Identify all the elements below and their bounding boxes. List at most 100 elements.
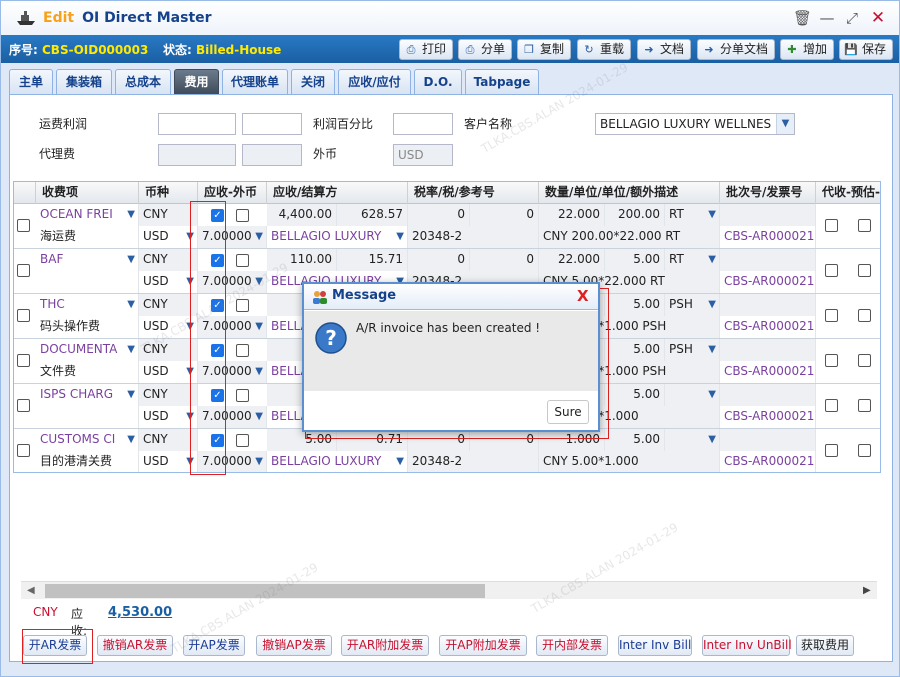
freight-profit-input-2[interactable] <box>242 113 302 135</box>
scroll-right-icon[interactable]: ▶ <box>863 585 871 596</box>
trash-icon[interactable]: 🗑 <box>793 9 812 27</box>
unit-select[interactable]: RT ▼ <box>665 204 720 226</box>
unit-select[interactable]: PSH ▼ <box>665 339 720 361</box>
split-document-button[interactable]: ➜ 分单文档 <box>697 39 775 60</box>
header-invoice[interactable]: 批次号/发票号 <box>720 182 816 204</box>
chevron-down-icon[interactable]: ▼ <box>396 451 404 472</box>
maximize-icon[interactable]: ⤢ <box>843 9 861 27</box>
copy-button[interactable]: ❐ 复制 <box>517 39 571 60</box>
settle-party-select[interactable]: BELLAGIO LUXURY▼ <box>267 451 408 472</box>
tab-close[interactable]: 关闭 <box>291 69 335 95</box>
foreign-checkbox[interactable] <box>236 254 249 267</box>
invoice-number[interactable]: CBS-AR000021 <box>720 451 816 472</box>
foreign-checkbox[interactable] <box>236 434 249 447</box>
chevron-down-icon[interactable]: ▼ <box>255 451 263 472</box>
chevron-down-icon[interactable]: ▼ <box>708 204 716 225</box>
inter-inv-bill-button[interactable]: Inter Inv Bill <box>618 635 692 656</box>
open-internal-invoice-button[interactable]: 开内部发票 <box>536 635 608 656</box>
chevron-down-icon[interactable]: ▼ <box>127 249 135 270</box>
unit-select[interactable]: PSH ▼ <box>665 294 720 316</box>
open-ar-extra-invoice-button[interactable]: 开AR附加发票 <box>341 635 429 656</box>
unit-select[interactable]: ▼ <box>665 429 720 451</box>
chevron-down-icon[interactable]: ▼ <box>396 226 404 247</box>
tab-ar-ap[interactable]: 应收/应付 <box>338 69 411 95</box>
invoice-number[interactable]: CBS-AR000021 <box>720 271 816 293</box>
chevron-down-icon[interactable]: ▼ <box>127 204 135 225</box>
chevron-down-icon[interactable]: ▼ <box>708 339 716 360</box>
charge-code-select[interactable]: OCEAN FREI ▼ <box>36 204 139 226</box>
header-tax[interactable]: 税率/税/参考号 <box>408 182 539 204</box>
header-charge-item[interactable]: 收费项 <box>36 182 139 204</box>
cancel-ar-invoice-button[interactable]: 撤销AR发票 <box>97 635 173 656</box>
row-select-checkbox[interactable] <box>17 309 30 322</box>
tab-charges[interactable]: 费用 <box>174 69 219 95</box>
chevron-down-icon[interactable]: ▼ <box>127 294 135 315</box>
minimize-icon[interactable]: — <box>818 9 836 27</box>
row-select-checkbox[interactable] <box>17 219 30 232</box>
charge-code-select[interactable]: CUSTOMS CI ▼ <box>36 429 139 451</box>
inter-inv-unbill-button[interactable]: Inter Inv UnBill <box>702 635 792 656</box>
tab-main[interactable]: 主单 <box>9 69 53 95</box>
header-qty[interactable]: 数量/单位/单位/额外描述 <box>539 182 720 204</box>
chevron-down-icon[interactable]: ▼ <box>708 294 716 315</box>
scroll-left-icon[interactable]: ◀ <box>27 585 35 596</box>
foreign-checkbox[interactable] <box>236 389 249 402</box>
chevron-down-icon[interactable]: ▼ <box>127 384 135 405</box>
summary-value[interactable]: 4,530.00 <box>108 605 172 620</box>
collect-checkbox[interactable] <box>825 354 838 367</box>
sure-button[interactable]: Sure <box>547 400 589 424</box>
chevron-down-icon[interactable]: ▼ <box>255 406 263 427</box>
estimate-checkbox[interactable] <box>858 309 871 322</box>
estimate-checkbox[interactable] <box>858 219 871 232</box>
horizontal-scrollbar[interactable]: ◀ ▶ <box>21 581 877 599</box>
tab-total-cost[interactable]: 总成本 <box>115 69 171 95</box>
tab-container[interactable]: 集装箱 <box>56 69 112 95</box>
unit-select[interactable]: ▼ <box>665 384 720 406</box>
chevron-down-icon[interactable]: ▼ <box>127 339 135 360</box>
chevron-down-icon[interactable]: ▼ <box>708 429 716 450</box>
collect-checkbox[interactable] <box>825 309 838 322</box>
collect-checkbox[interactable] <box>825 399 838 412</box>
estimate-checkbox[interactable] <box>858 354 871 367</box>
chevron-down-icon[interactable]: ▼ <box>255 316 263 337</box>
reload-button[interactable]: ↻ 重载 <box>577 39 631 60</box>
table-row[interactable]: OCEAN FREI ▼ CNY ✓ 4,400.00 628.57 0 0 22.000 200… <box>14 204 880 249</box>
chevron-down-icon[interactable]: ▼ <box>708 384 716 405</box>
invoice-number[interactable]: CBS-AR000021 <box>720 406 816 428</box>
save-button[interactable]: 💾 保存 <box>839 39 893 60</box>
tab-agent-bill[interactable]: 代理账单 <box>222 69 288 95</box>
foreign-checkbox[interactable] <box>236 344 249 357</box>
print-button[interactable]: ⎙ 打印 <box>399 39 453 60</box>
chevron-down-icon[interactable]: ▼ <box>255 361 263 382</box>
document-button[interactable]: ➜ 文档 <box>637 39 691 60</box>
header-collect[interactable]: 代收-预估-自 <box>816 182 880 204</box>
charge-code-select[interactable]: DOCUMENTA ▼ <box>36 339 139 361</box>
collect-checkbox[interactable] <box>825 264 838 277</box>
dialog-close-icon[interactable]: X <box>577 287 589 305</box>
row-select-checkbox[interactable] <box>17 264 30 277</box>
add-button[interactable]: ✚ 增加 <box>780 39 834 60</box>
invoice-number[interactable]: CBS-AR000021 <box>720 316 816 338</box>
charge-code-select[interactable]: THC ▼ <box>36 294 139 316</box>
close-icon[interactable]: ✕ <box>869 9 887 27</box>
row-select-checkbox[interactable] <box>17 399 30 412</box>
chevron-down-icon[interactable]: ▼ <box>127 429 135 450</box>
estimate-checkbox[interactable] <box>858 444 871 457</box>
tab-do[interactable]: D.O. <box>414 69 462 95</box>
open-ap-extra-invoice-button[interactable]: 开AP附加发票 <box>439 635 527 656</box>
customer-select[interactable]: BELLAGIO LUXURY WELLNES ▼ <box>595 113 795 135</box>
charge-code-select[interactable]: ISPS CHARG ▼ <box>36 384 139 406</box>
collect-checkbox[interactable] <box>825 219 838 232</box>
invoice-number[interactable]: CBS-AR000021 <box>720 361 816 383</box>
unit-select[interactable]: RT ▼ <box>665 249 720 271</box>
charge-code-select[interactable]: BAF ▼ <box>36 249 139 271</box>
collect-checkbox[interactable] <box>825 444 838 457</box>
get-charges-button[interactable]: 获取费用 <box>796 635 854 656</box>
header-ar-settle[interactable]: 应收/结算方 <box>267 182 408 204</box>
freight-profit-input[interactable] <box>158 113 236 135</box>
tab-tabpage[interactable]: Tabpage <box>465 69 539 95</box>
chevron-down-icon[interactable]: ▼ <box>708 249 716 270</box>
row-select-checkbox[interactable] <box>17 354 30 367</box>
foreign-checkbox[interactable] <box>236 209 249 222</box>
profit-pct-input[interactable] <box>393 113 453 135</box>
